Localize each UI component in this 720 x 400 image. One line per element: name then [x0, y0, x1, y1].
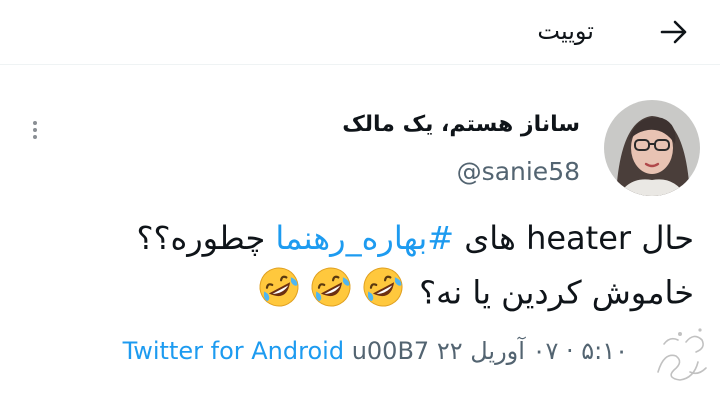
more-options-button[interactable]	[26, 116, 44, 144]
tweet-timestamp[interactable]: ۵:۱۰ · ۰۷ آوریل ۲۲	[437, 337, 628, 365]
tweet-source-link[interactable]: Twitter for Android	[123, 337, 344, 365]
author-display-name[interactable]: ساناز هستم، یک مالک	[342, 110, 580, 140]
author-handle[interactable]: @sanie58	[457, 156, 580, 188]
watermark-logo	[650, 322, 712, 388]
page-title: توییت	[537, 17, 594, 45]
rolling-on-the-floor-laughing-icon	[256, 264, 302, 325]
tweet-meta: Twitter for Android u00B7 ۵:۱۰ · ۰۷ آوری…	[123, 334, 628, 368]
rolling-on-the-floor-laughing-icon	[360, 264, 406, 325]
avatar-image	[604, 100, 700, 196]
tweet-text: حال heater های #بهاره_رهنما چطوره؟؟ خامو…	[24, 212, 694, 325]
arrow-back-icon	[660, 20, 687, 44]
rolling-on-the-floor-laughing-icon	[308, 264, 354, 325]
back-button[interactable]	[656, 14, 692, 50]
tweet-line-1: حال heater های #بهاره_رهنما چطوره؟؟	[136, 219, 694, 257]
hashtag-link[interactable]: #بهاره_رهنما	[275, 219, 454, 257]
avatar[interactable]	[604, 100, 700, 196]
more-vertical-icon	[33, 121, 37, 125]
tweet-line-2: خاموش کردین یا نه؟	[24, 264, 694, 325]
tweet-header: توییت	[0, 0, 720, 65]
emoji-row	[253, 267, 409, 312]
meta-separator: u00B7	[351, 337, 430, 365]
